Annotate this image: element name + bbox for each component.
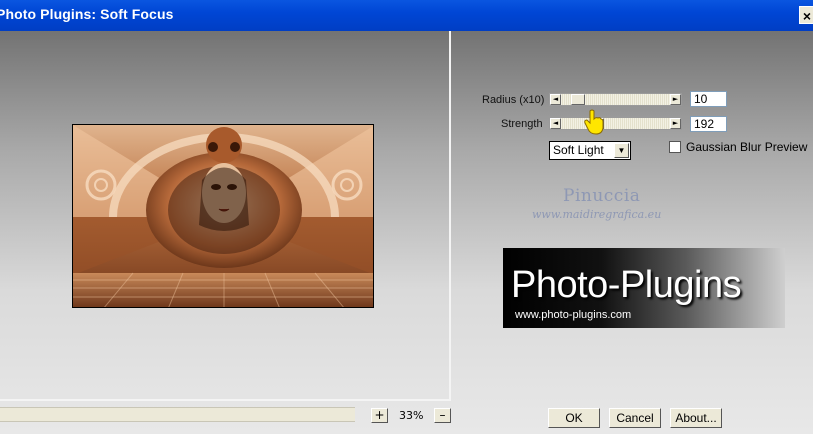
watermark-url: www.maidiregrafica.eu <box>532 208 662 221</box>
arrow-right-icon[interactable]: ► <box>670 118 681 129</box>
strength-slider[interactable]: ◄ ► <box>549 117 682 130</box>
preview-image[interactable] <box>72 124 374 308</box>
arrow-left-icon[interactable]: ◄ <box>550 118 561 129</box>
logo-title: Photo-Plugins <box>511 264 742 306</box>
preview-horizontal-scrollbar[interactable] <box>0 407 355 422</box>
photo-plugins-logo: Photo-Plugins www.photo-plugins.com <box>503 248 785 328</box>
hand-pointer-icon <box>584 109 604 135</box>
close-icon: × <box>802 8 812 24</box>
radius-value-field[interactable]: 10 <box>690 91 727 107</box>
radius-slider-thumb[interactable] <box>571 94 585 105</box>
radius-label: Radius (x10) <box>482 94 545 106</box>
logo-url: www.photo-plugins.com <box>515 309 632 321</box>
blend-mode-value: Soft Light <box>553 143 604 157</box>
arrow-right-icon[interactable]: ► <box>670 94 681 105</box>
gaussian-blur-preview-checkbox[interactable] <box>669 141 681 153</box>
zoom-in-button[interactable]: + <box>371 408 388 423</box>
ok-button[interactable]: OK <box>548 408 600 428</box>
chevron-down-icon[interactable]: ▼ <box>614 143 629 158</box>
zoom-level: 33% <box>399 409 424 422</box>
strength-label: Strength <box>501 118 543 130</box>
gaussian-blur-preview-label: Gaussian Blur Preview <box>686 140 808 154</box>
window-title: Photo Plugins: Soft Focus <box>0 6 174 22</box>
watermark-name: Pinuccia <box>563 186 641 206</box>
cancel-button[interactable]: Cancel <box>609 408 661 428</box>
arrow-left-icon[interactable]: ◄ <box>550 94 561 105</box>
radius-slider[interactable]: ◄ ► <box>549 93 682 106</box>
zoom-out-button[interactable]: – <box>434 408 451 423</box>
about-button[interactable]: About... <box>670 408 722 428</box>
preview-artwork <box>73 125 373 307</box>
close-button[interactable]: × <box>799 6 813 24</box>
strength-value-field[interactable]: 192 <box>690 116 727 132</box>
blend-mode-select[interactable]: Soft Light ▼ <box>549 141 631 160</box>
title-bar[interactable]: Photo Plugins: Soft Focus × <box>0 0 813 31</box>
